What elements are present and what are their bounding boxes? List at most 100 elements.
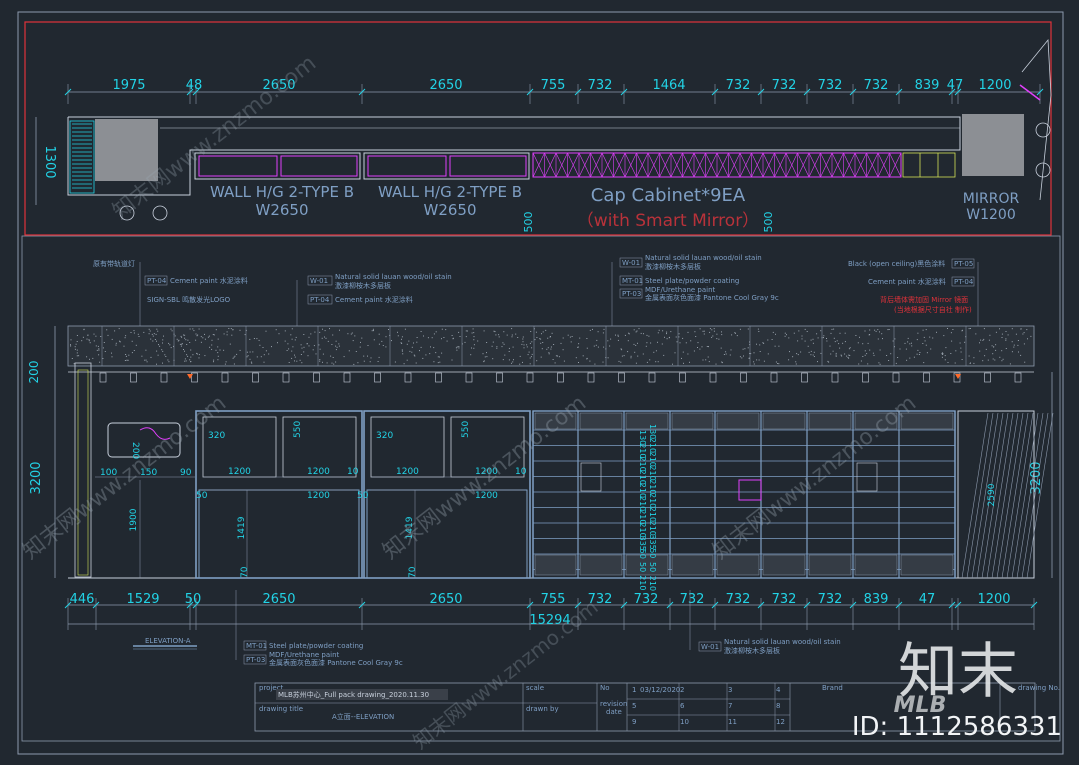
callout-right-2-code: PT-04 (954, 278, 974, 286)
callout-right-4: (当地根据尺寸自社 制作) (894, 305, 972, 314)
plan-dim-7: 1464 (652, 78, 685, 93)
plan-mirror-column (962, 114, 1024, 176)
callout-center-1: Natural solid lauan wood/oil stain (645, 254, 762, 262)
callout-left-3: SIGN-SBL 鸣散发光LOGO (147, 295, 231, 304)
plan-view: 1975 48 2650 2650 755 732 1464 732 732 7… (24, 21, 1052, 236)
dim-320a: 320 (208, 431, 225, 441)
tb-drawing-title-value: A立面--ELEVATION (332, 712, 394, 721)
stack-dim: 210 (638, 575, 647, 590)
elev-dim-4: 2650 (262, 592, 295, 607)
callout-right-3: 背后墙体需加固 Mirror 镜面 (880, 295, 968, 304)
elev-dim-6: 755 (541, 592, 566, 607)
plan-dim-11: 732 (864, 78, 889, 93)
callout-mid-3: Cement paint 水泥涂料 (335, 295, 413, 304)
watermark-id: ID: 1112586331 (852, 712, 1062, 742)
plan-mirror-width: W1200 (966, 207, 1015, 223)
callout-mid-1-code: W-01 (310, 277, 328, 285)
dim-90: 90 (180, 468, 192, 478)
tb-project-value: MLB苏州中心_Full pack drawing_2020.11.30 (278, 690, 429, 699)
elev-dim-13: 839 (864, 592, 889, 607)
rev-number: 3 (728, 686, 732, 694)
stack-dim: 50 (638, 562, 647, 572)
elev-dim-8: 732 (634, 592, 659, 607)
tb-date-value: 03/12/2020 (640, 686, 680, 694)
dim-1200c2: 1200 (307, 491, 330, 501)
rev-number: 1 (632, 686, 636, 694)
callout-mid-2: 激漆柳桉木多层板 (335, 281, 391, 290)
watermark-diag-5: 知末网www.znzmo.com (408, 595, 602, 754)
tb-brand-label: Brand (822, 684, 843, 692)
plan-dim-8: 732 (726, 78, 751, 93)
elev-dim-3: 50 (185, 592, 202, 607)
dim-10a: 10 (347, 467, 359, 477)
elev-dim-15: 1200 (977, 592, 1010, 607)
callout-bm-1: Natural solid lauan wood/oil stain (724, 638, 841, 646)
rev-number: 4 (776, 686, 781, 694)
callout-mid-1: Natural solid lauan wood/oil stain (335, 273, 452, 281)
elevation-title: ELEVATION-A (145, 637, 191, 645)
rev-number: 8 (776, 702, 780, 710)
callout-center-4: MDF/Urethane paint (645, 286, 716, 294)
watermark: 知末网www.znzmo.com 知末网www.znzmo.com 知末网www… (18, 51, 1062, 754)
tb-drawing-title-label: drawing title (259, 705, 303, 713)
dim-1200b: 1200 (307, 467, 330, 477)
callout-bl-2: MDF/Urethane paint (269, 651, 340, 659)
plan-dim-6: 732 (588, 78, 613, 93)
dim-70b: 70 (408, 566, 418, 578)
plan-column-left (95, 119, 158, 181)
elev-dim-9: 732 (680, 592, 705, 607)
elev-dim-2: 1529 (126, 592, 159, 607)
callout-right-1: Black (open ceiling)黑色涂料 (848, 259, 945, 268)
stack-dim: 50 (648, 548, 657, 558)
plan-dim-13: 47 (947, 78, 964, 93)
plan-dim-9: 732 (772, 78, 797, 93)
plan-cap-title: Cap Cabinet*9EA (591, 185, 746, 206)
elev-dim-11: 732 (772, 592, 797, 607)
dim-320b: 320 (376, 431, 393, 441)
plan-dim-2: 48 (186, 78, 203, 93)
plan-red-frame (24, 21, 1052, 236)
rev-number: 10 (680, 718, 689, 726)
elev-right-dim: 3200 (1029, 461, 1044, 494)
callout-center-1-code: W-01 (622, 259, 640, 267)
elev-left-dim-200: 200 (27, 361, 41, 384)
stack-dim: 210 (648, 576, 657, 591)
elevation-view: 200 3200 3200 200 100 150 90 1900 320 55… (27, 325, 1054, 650)
callout-bm-2: 激漆柳桉木多层板 (724, 646, 780, 655)
rev-number: 6 (680, 702, 685, 710)
plan-dim-10: 732 (818, 78, 843, 93)
callout-center-2: 激漆柳桉木多层板 (645, 262, 701, 271)
callout-left-2-code: PT-04 (147, 277, 167, 285)
rev-number: 11 (728, 718, 737, 726)
plan-dim-14: 1200 (978, 78, 1011, 93)
dim-50a: 50 (196, 491, 208, 501)
callout-right-1-code: PT-05 (954, 260, 973, 268)
plan-wall2-width: W2650 (423, 201, 476, 219)
dim-2590: 2590 (987, 483, 997, 506)
plan-500a: 500 (522, 212, 535, 233)
tb-drawing-no-label: drawing No. (1018, 684, 1060, 692)
callout-center-3-code: MT-01 (622, 277, 643, 285)
callout-bm-1-code: W-01 (701, 643, 719, 651)
plan-mirror-title: MIRROR (963, 191, 1020, 207)
plan-dim-12: 839 (915, 78, 940, 93)
plan-500b: 500 (762, 212, 775, 233)
tb-revision-label: revision (600, 700, 627, 708)
tb-no-label: No (600, 684, 610, 692)
callout-left-1: 原有带轨道灯 (93, 259, 135, 268)
dim-1419a: 1419 (237, 516, 247, 539)
callout-center-5: 金属表面灰色面漆 Pantone Cool Gray 9c (645, 293, 779, 302)
stack-dim: 50 (648, 562, 657, 572)
tb-scale-label: scale (526, 684, 544, 692)
plan-wall1-width: W2650 (255, 201, 308, 219)
plan-dim-4: 2650 (429, 78, 462, 93)
dim-1200c: 1200 (396, 467, 419, 477)
dim-70a: 70 (240, 566, 250, 578)
callout-center-3: Steel plate/powder coating (645, 277, 739, 285)
callout-bl-1-code: MT-01 (246, 642, 267, 650)
callout-left-2: Cement paint 水泥涂料 (170, 276, 248, 285)
plan-wall1-title: WALL H/G 2-TYPE B (210, 183, 354, 201)
tb-drawn-by-label: drawn by (526, 705, 559, 713)
callout-right-2: Cement paint 水泥涂料 (868, 277, 946, 286)
callout-bl-1: Steel plate/powder coating (269, 642, 363, 650)
